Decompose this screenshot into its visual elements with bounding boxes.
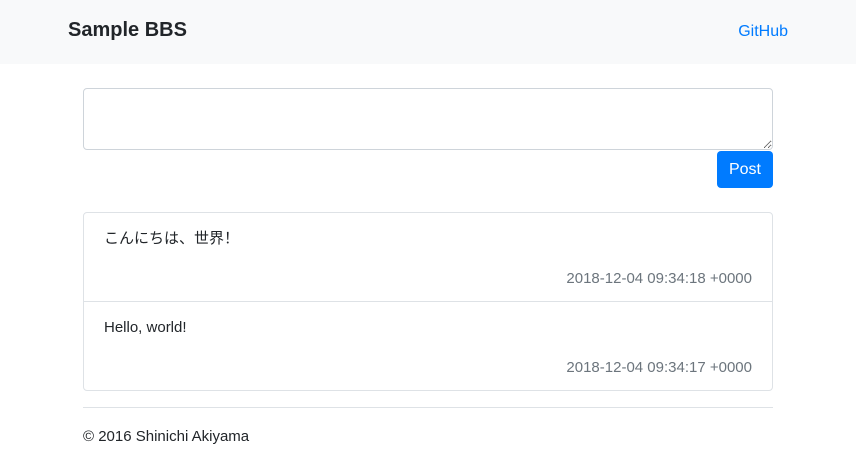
post-body: Hello, world! [104,319,187,336]
list-item: こんにちは、世界！ 2018-12-04 09:34:18 +0000 [84,213,772,302]
brand-link[interactable]: Sample BBS [68,17,187,43]
post-list: こんにちは、世界！ 2018-12-04 09:34:18 +0000 Hell… [83,212,773,391]
post-timestamp: 2018-12-04 09:34:17 +0000 [566,359,752,376]
navbar: Sample BBS GitHub [0,0,856,64]
post-body: こんにちは、世界！ [104,230,240,247]
post-textarea[interactable] [83,88,773,150]
footer-divider [83,407,773,408]
post-button[interactable]: Post [717,151,773,188]
list-item: Hello, world! 2018-12-04 09:34:17 +0000 [84,302,772,390]
footer-copyright: © 2016 Shinichi Akiyama [83,428,250,445]
post-timestamp: 2018-12-04 09:34:18 +0000 [566,270,752,287]
github-link[interactable]: GitHub [738,22,788,42]
